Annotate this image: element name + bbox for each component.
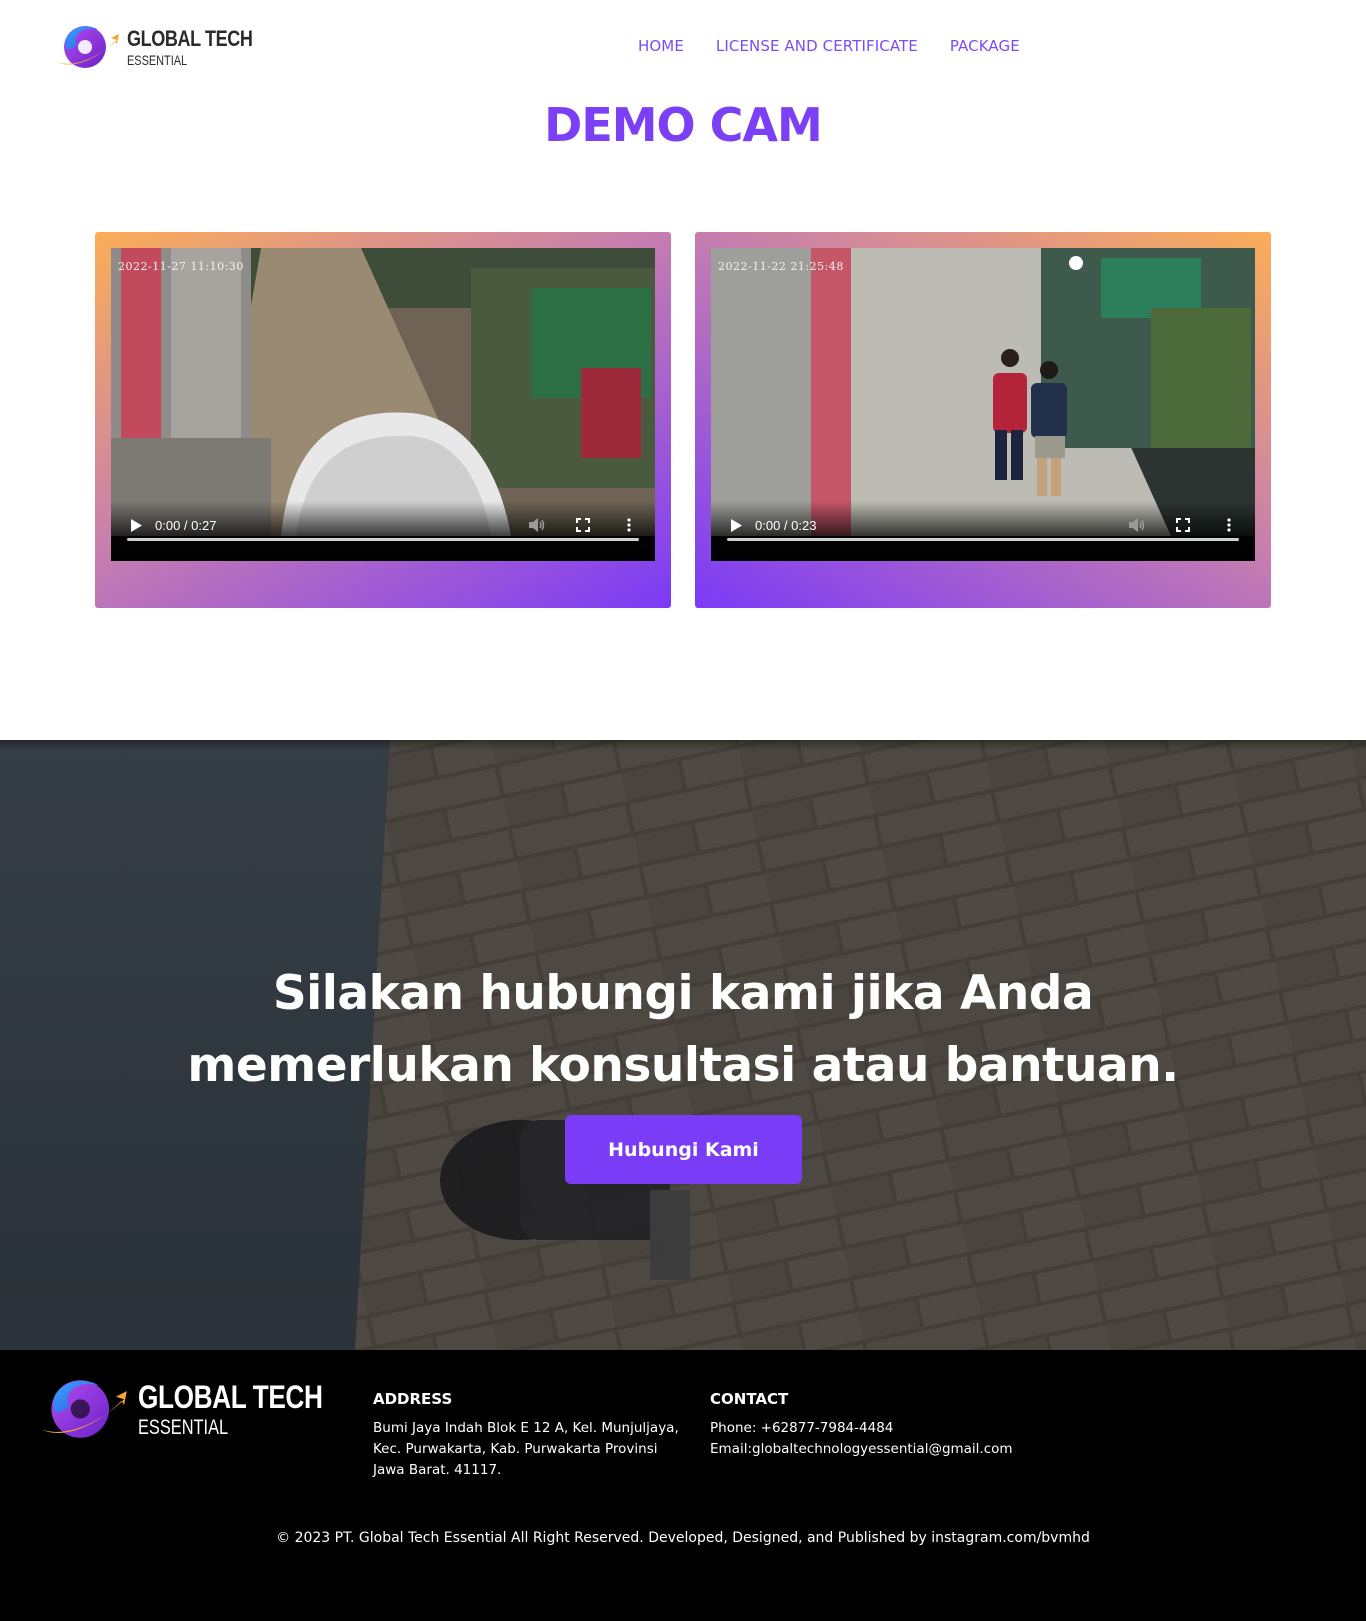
video-card-2: 2022-11-22 21:25:48 0:00 / 0:23 — [695, 232, 1271, 608]
nav-package[interactable]: PACKAGE — [950, 37, 1020, 55]
volume-icon[interactable] — [1127, 515, 1147, 535]
nav-license-and-certificate[interactable]: LICENSE AND CERTIFICATE — [716, 37, 918, 55]
address-heading: ADDRESS — [373, 1390, 453, 1408]
section-divider-shadow — [0, 740, 1366, 750]
globe-logo-icon — [57, 26, 119, 68]
video-time-1: 0:00 / 0:27 — [155, 517, 217, 533]
cta-heading-line-2: memerlukan konsultasi atau bantuan. — [187, 1038, 1179, 1093]
video-controls-1: 0:00 / 0:27 — [111, 501, 655, 561]
address-line-2: Kec. Purwakarta, Kab. Purwakarta Provins… — [373, 1441, 658, 1457]
site-footer: GLOBAL TECH ESSENTIAL ADDRESS Bumi Jaya … — [0, 1350, 1366, 1621]
volume-icon[interactable] — [527, 515, 547, 535]
footer-address: ADDRESS Bumi Jaya Indah Blok E 12 A, Kel… — [373, 1390, 679, 1481]
fullscreen-icon[interactable] — [573, 515, 593, 535]
contact-phone[interactable]: Phone: +62877-7984-4484 — [710, 1418, 1013, 1439]
video-card-1: 2022-11-27 11:10:30 0:00 / 0:27 — [95, 232, 671, 608]
video-controls-2: 0:00 / 0:23 — [711, 501, 1255, 561]
address-line-1: Bumi Jaya Indah Blok E 12 A, Kel. Munjul… — [373, 1420, 679, 1436]
video-progress-bar-2[interactable] — [727, 538, 1239, 541]
video-timestamp-1: 2022-11-27 11:10:30 — [118, 260, 244, 273]
brand-logo[interactable]: GLOBAL TECH ESSENTIAL — [53, 20, 280, 74]
video-player-2[interactable]: 2022-11-22 21:25:48 0:00 / 0:23 — [711, 248, 1255, 561]
more-options-icon[interactable] — [619, 515, 639, 535]
page-title: DEMO CAM — [544, 98, 823, 152]
video-timestamp-2: 2022-11-22 21:25:48 — [718, 260, 844, 273]
more-options-icon[interactable] — [1219, 515, 1239, 535]
footer-brand-logo[interactable]: GLOBAL TECH ESSENTIAL — [36, 1372, 363, 1446]
cctv-video-frame-1 — [111, 248, 655, 536]
copyright-text: © 2023 PT. Global Tech Essential All Rig… — [276, 1530, 1090, 1546]
video-player-1[interactable]: 2022-11-27 11:10:30 0:00 / 0:27 — [111, 248, 655, 561]
fullscreen-icon[interactable] — [1173, 515, 1193, 535]
cta-heading: Silakan hubungi kami jika Anda memerluka… — [0, 958, 1366, 1102]
contact-heading: CONTACT — [710, 1390, 789, 1408]
play-icon[interactable] — [127, 516, 145, 534]
cta-heading-line-1: Silakan hubungi kami jika Anda — [272, 966, 1094, 1021]
footer-brand-subtitle: ESSENTIAL — [138, 1415, 229, 1439]
site-header: GLOBAL TECH ESSENTIAL HOME LICENSE AND C… — [0, 0, 1366, 90]
cctv-video-frame-2 — [711, 248, 1255, 536]
nav-home[interactable]: HOME — [638, 37, 684, 55]
contact-email[interactable]: Email:globaltechnologyessential@gmail.co… — [710, 1439, 1013, 1460]
contact-us-button[interactable]: Hubungi Kami — [565, 1115, 802, 1184]
main-nav: HOME LICENSE AND CERTIFICATE PACKAGE — [638, 37, 1020, 55]
play-icon[interactable] — [727, 516, 745, 534]
brand-subtitle: ESSENTIAL — [127, 51, 188, 68]
video-progress-bar-1[interactable] — [127, 538, 639, 541]
video-time-2: 0:00 / 0:23 — [755, 517, 817, 533]
contact-cta-banner: Silakan hubungi kami jika Anda memerluka… — [0, 740, 1366, 1350]
address-line-3: Jawa Barat. 41117. — [373, 1462, 502, 1478]
footer-brand-title: GLOBAL TECH — [138, 1378, 323, 1415]
brand-title: GLOBAL TECH — [127, 25, 253, 51]
globe-logo-icon — [41, 1380, 127, 1438]
footer-contact: CONTACT Phone: +62877-7984-4484 Email:gl… — [710, 1390, 1013, 1460]
